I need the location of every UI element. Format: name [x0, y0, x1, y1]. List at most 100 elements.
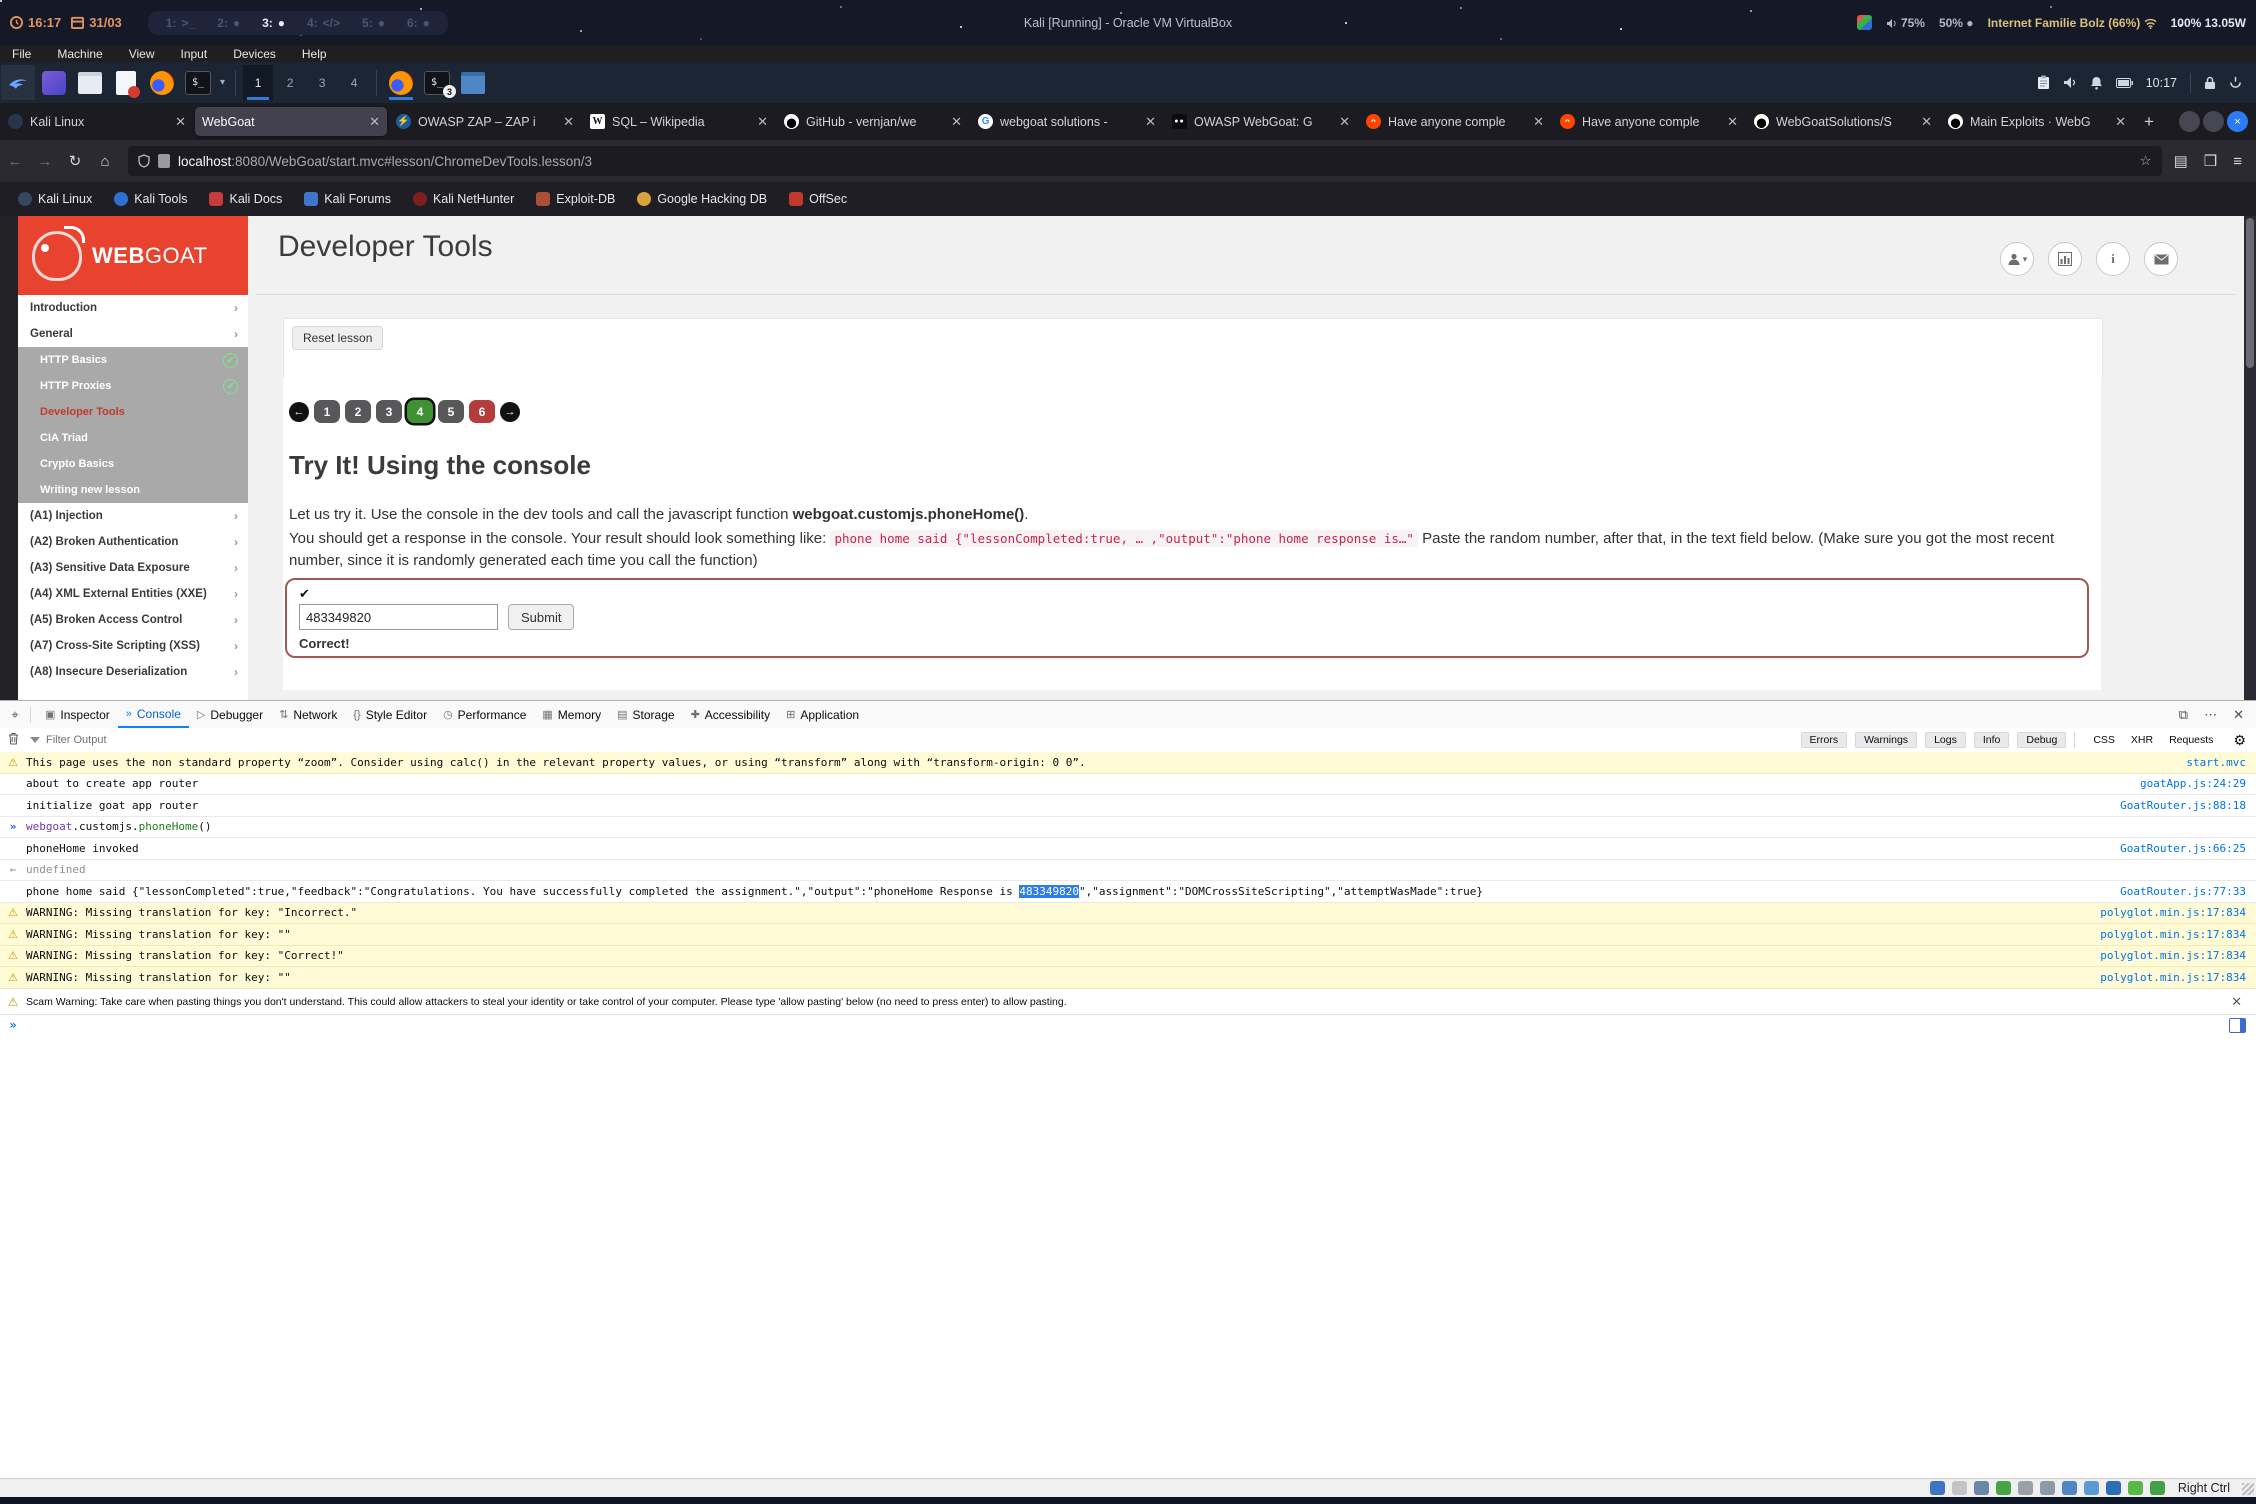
workspace-indicator[interactable]: 6:●	[407, 16, 430, 30]
console-row-log[interactable]: initialize goat app routerGoatRouter.js:…	[0, 795, 2256, 817]
console-row-log[interactable]: phone home said {"lessonCompleted":true,…	[0, 881, 2256, 903]
bookmark-item[interactable]: Exploit-DB	[536, 192, 615, 206]
sidebar-item-http-proxies[interactable]: HTTP Proxies✔	[18, 373, 248, 399]
browser-tab[interactable]: GitHub - vernjan/we✕	[777, 107, 969, 136]
app-launcher-files[interactable]	[73, 65, 107, 100]
status-hdd-icon[interactable]	[1930, 1481, 1945, 1495]
pagination-page-3[interactable]: 3	[376, 400, 402, 423]
reload-button[interactable]: ↻	[60, 152, 90, 170]
notification-bell-icon[interactable]	[2090, 76, 2103, 90]
app-launcher-editor[interactable]	[109, 65, 143, 100]
console-source-link[interactable]: polyglot.min.js:17:834	[2100, 971, 2256, 984]
element-picker-icon[interactable]: ⌖	[0, 707, 30, 723]
logout-icon[interactable]	[2229, 76, 2242, 89]
pagination-prev-icon[interactable]: ←	[289, 402, 309, 422]
menu-help[interactable]: Help	[302, 47, 327, 61]
browser-tab[interactable]: ᴖHave anyone comple✕	[1553, 107, 1745, 136]
status-sync-icon[interactable]	[2128, 1481, 2143, 1495]
status-display-icon[interactable]	[2062, 1481, 2077, 1495]
console-row-warn[interactable]: ⚠This page uses the non standard propert…	[0, 752, 2256, 774]
menu-icon[interactable]: ≡	[2233, 153, 2242, 170]
report-card-button[interactable]	[2048, 242, 2082, 276]
tab-close-icon[interactable]: ✕	[175, 114, 186, 130]
bookmark-item[interactable]: Kali Forums	[304, 192, 391, 206]
tab-close-icon[interactable]: ✕	[563, 114, 574, 130]
console-row-log[interactable]: about to create app routergoatApp.js:24:…	[0, 774, 2256, 796]
new-tab-button[interactable]: +	[2134, 112, 2164, 132]
webgoat-logo[interactable]: WEBGOAT	[18, 216, 248, 295]
browser-tab[interactable]: ᴖHave anyone comple✕	[1359, 107, 1551, 136]
filter-warnings-button[interactable]: Warnings	[1855, 732, 1917, 748]
browser-tab[interactable]: Kali Linux✕	[1, 107, 193, 136]
taskbar-workspace-4[interactable]: 4	[339, 65, 369, 100]
sidebar-item-writing-new-lesson[interactable]: Writing new lesson	[18, 477, 248, 503]
tab-close-icon[interactable]: ✕	[757, 114, 768, 130]
devtools-tab-storage[interactable]: ▤Storage	[609, 701, 682, 728]
console-source-link[interactable]: start.mvc	[2186, 756, 2256, 769]
pagination-page-4[interactable]: 4	[407, 400, 433, 423]
tab-close-icon[interactable]: ✕	[1727, 114, 1738, 130]
menu-devices[interactable]: Devices	[233, 47, 276, 61]
app-launcher-terminal[interactable]: $_	[181, 65, 215, 100]
tab-close-icon[interactable]: ✕	[1921, 114, 1932, 130]
workspace-indicator[interactable]: 3:●	[262, 16, 285, 30]
tab-close-icon[interactable]: ✕	[2115, 114, 2126, 130]
sidebar-item-a4-xml-external-entities-xxe[interactable]: (A4) XML External Entities (XXE)›	[18, 581, 248, 607]
console-source-link[interactable]: GoatRouter.js:88:18	[2120, 799, 2256, 812]
scam-warning-close-icon[interactable]: ✕	[2231, 994, 2256, 1010]
devtools-close-icon[interactable]: ✕	[2233, 707, 2244, 723]
bookmark-item[interactable]: Kali Docs	[209, 192, 282, 206]
console-row-cmd[interactable]: »webgoat.customjs.phoneHome()	[0, 817, 2256, 839]
pagination-page-2[interactable]: 2	[345, 400, 371, 423]
filter-output-input[interactable]: Filter Output	[46, 734, 107, 746]
page-info-icon[interactable]	[158, 154, 170, 168]
sidebar-item-a5-broken-access-control[interactable]: (A5) Broken Access Control›	[18, 607, 248, 633]
sidebar-item-developer-tools[interactable]: Developer Tools	[18, 399, 248, 425]
bookmark-item[interactable]: Google Hacking DB	[637, 192, 767, 206]
forward-button[interactable]: →	[30, 153, 60, 170]
status-windows-icon[interactable]	[2084, 1481, 2099, 1495]
sidebar-item-http-basics[interactable]: HTTP Basics✔	[18, 347, 248, 373]
battery-icon[interactable]	[2116, 78, 2133, 88]
library-icon[interactable]: ▤	[2174, 152, 2188, 170]
sidebar-item-general[interactable]: General›	[18, 321, 248, 347]
open-window-firefox[interactable]	[384, 65, 418, 100]
submit-button[interactable]: Submit	[508, 604, 574, 630]
random-number-input[interactable]	[299, 604, 498, 630]
devtools-tab-application[interactable]: ⊞Application	[778, 701, 867, 728]
back-button[interactable]: ←	[0, 153, 30, 170]
filter-debug-button[interactable]: Debug	[2017, 732, 2066, 748]
bookmark-item[interactable]: OffSec	[789, 192, 847, 206]
browser-tab[interactable]: Main Exploits · WebG✕	[1941, 107, 2133, 136]
console-source-link[interactable]: GoatRouter.js:66:25	[2120, 842, 2256, 855]
taskbar-workspace-1[interactable]: 1	[243, 65, 273, 100]
console-source-link[interactable]: polyglot.min.js:17:834	[2100, 949, 2256, 962]
launcher-dropdown-icon[interactable]: ▾	[220, 77, 225, 88]
bookmark-item[interactable]: Kali NetHunter	[413, 192, 514, 206]
console-sidebar-toggle-icon[interactable]	[2229, 1018, 2246, 1033]
console-settings-gear-icon[interactable]: ⚙	[2233, 732, 2246, 749]
taskbar-workspace-3[interactable]: 3	[307, 65, 337, 100]
filter-requests-button[interactable]: Requests	[2165, 733, 2217, 747]
status-vbox-icon[interactable]	[2106, 1481, 2121, 1495]
menu-file[interactable]: File	[12, 47, 31, 61]
devtools-tab-network[interactable]: ⇅Network	[271, 701, 345, 728]
shield-icon[interactable]	[138, 154, 150, 168]
console-row-result[interactable]: ←undefined	[0, 860, 2256, 882]
window-minimize-button[interactable]	[2179, 111, 2200, 132]
home-button[interactable]: ⌂	[90, 153, 120, 170]
tab-close-icon[interactable]: ✕	[369, 114, 380, 130]
sidebar-item-cia-triad[interactable]: CIA Triad	[18, 425, 248, 451]
tab-close-icon[interactable]: ✕	[1145, 114, 1156, 130]
tab-close-icon[interactable]: ✕	[951, 114, 962, 130]
console-row-warn[interactable]: ⚠WARNING: Missing translation for key: "…	[0, 967, 2256, 989]
console-row-warn[interactable]: ⚠WARNING: Missing translation for key: "…	[0, 903, 2256, 925]
taskbar-workspace-2[interactable]: 2	[275, 65, 305, 100]
console-source-link[interactable]: polyglot.min.js:17:834	[2100, 928, 2256, 941]
user-menu-button[interactable]: ▾	[2000, 242, 2034, 276]
status-folder-icon[interactable]	[2040, 1481, 2055, 1495]
app-launcher-firefox[interactable]	[145, 65, 179, 100]
console-source-link[interactable]: GoatRouter.js:77:33	[2120, 885, 2256, 898]
menu-input[interactable]: Input	[181, 47, 208, 61]
sidebar-item-a8-insecure-deserialization[interactable]: (A8) Insecure Deserialization›	[18, 659, 248, 685]
